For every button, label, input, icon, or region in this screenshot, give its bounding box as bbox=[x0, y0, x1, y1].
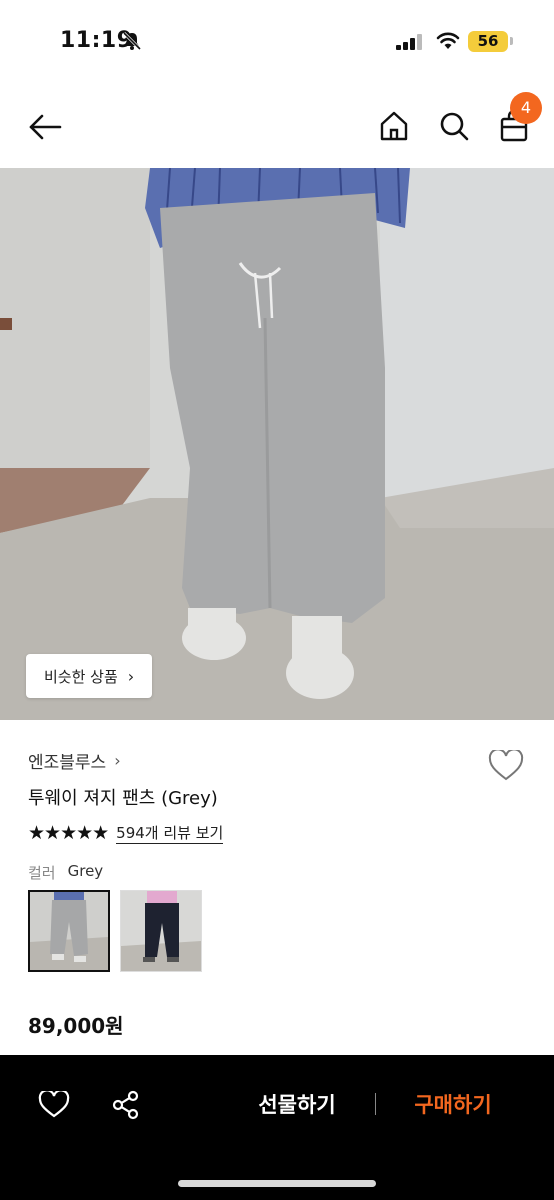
cart-count-badge: 4 bbox=[510, 92, 542, 124]
gift-button[interactable]: 선물하기 bbox=[230, 1087, 364, 1123]
status-bar: 11:19 56 bbox=[0, 0, 554, 84]
cellular-signal-icon bbox=[396, 34, 422, 50]
rating-row: ★★★★★ 594개 리뷰 보기 bbox=[28, 822, 224, 844]
color-value: Grey bbox=[67, 862, 104, 880]
product-price: 89,000원 bbox=[28, 1014, 124, 1038]
swatch-black-thumbnail bbox=[121, 891, 201, 971]
back-button[interactable] bbox=[24, 106, 66, 148]
chevron-right-icon: › bbox=[114, 751, 121, 770]
color-swatches bbox=[28, 890, 202, 972]
buy-button[interactable]: 구매하기 bbox=[386, 1087, 520, 1123]
rating-stars: ★★★★★ bbox=[28, 822, 109, 844]
heart-outline-icon bbox=[488, 750, 524, 781]
home-indicator[interactable] bbox=[178, 1180, 376, 1187]
bell-muted-icon bbox=[122, 31, 142, 51]
swatch-black[interactable] bbox=[120, 890, 202, 972]
similar-products-button[interactable]: 비슷한 상품 › bbox=[26, 654, 153, 698]
battery-cap bbox=[510, 37, 513, 45]
product-title: 투웨이 져지 팬츠 (Grey) bbox=[28, 788, 218, 809]
bottom-wishlist-button[interactable] bbox=[34, 1085, 74, 1125]
product-photo bbox=[0, 168, 554, 720]
swatch-grey-thumbnail bbox=[30, 892, 108, 970]
similar-products-label: 비슷한 상품 bbox=[44, 667, 118, 686]
color-row: 컬러 Grey bbox=[28, 862, 103, 883]
home-icon bbox=[380, 111, 408, 141]
share-button[interactable] bbox=[106, 1085, 146, 1125]
brand-name: 엔조블루스 bbox=[28, 753, 107, 773]
heart-outline-icon bbox=[38, 1091, 70, 1118]
button-divider bbox=[375, 1093, 376, 1115]
chevron-right-icon: › bbox=[127, 666, 135, 686]
top-navigation bbox=[0, 84, 554, 168]
arrow-left-icon bbox=[29, 114, 62, 140]
bottom-action-bar: 선물하기 구매하기 bbox=[0, 1055, 554, 1200]
search-button[interactable] bbox=[432, 104, 476, 148]
product-image[interactable]: 비슷한 상품 › bbox=[0, 168, 554, 720]
reviews-link[interactable]: 594개 리뷰 보기 bbox=[116, 823, 224, 844]
color-label: 컬러 bbox=[28, 864, 56, 882]
search-icon bbox=[440, 112, 469, 141]
swatch-grey[interactable] bbox=[28, 890, 110, 972]
wishlist-button[interactable] bbox=[486, 746, 526, 786]
home-button[interactable] bbox=[372, 104, 416, 148]
wifi-icon bbox=[436, 32, 460, 49]
brand-link[interactable]: 엔조블루스 › bbox=[28, 748, 121, 773]
share-icon bbox=[112, 1090, 139, 1120]
battery-level: 56 bbox=[468, 31, 508, 52]
